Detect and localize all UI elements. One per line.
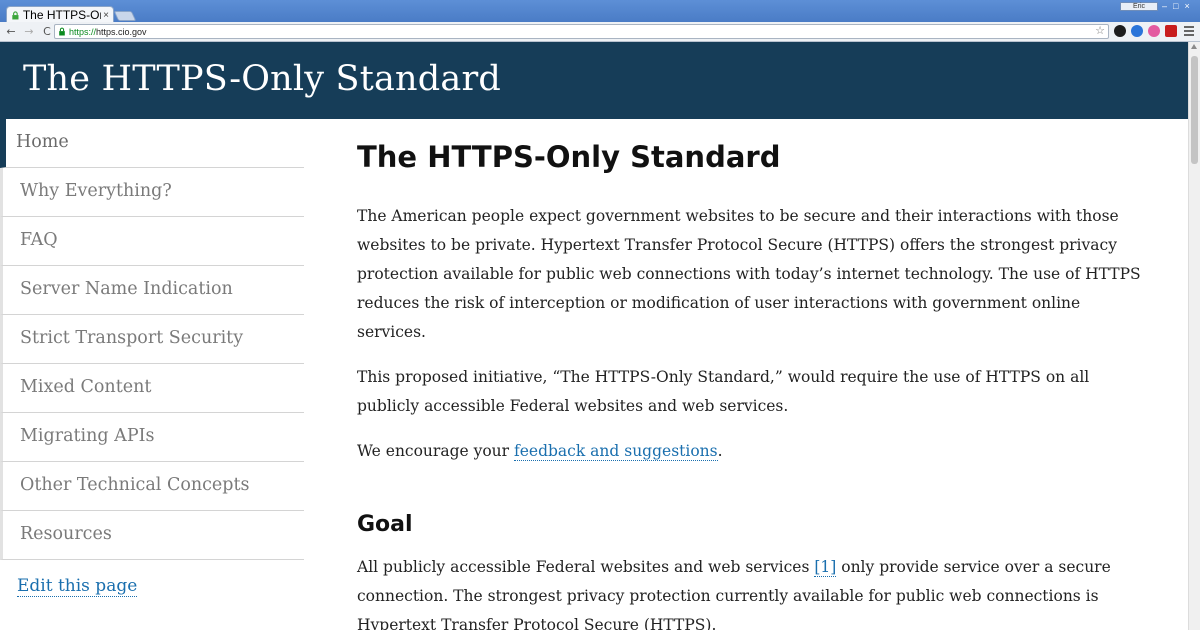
sidebar-item-sni[interactable]: Server Name Indication [0,266,304,315]
feedback-period: . [717,442,723,460]
initiative-paragraph: This proposed initiative, “The HTTPS-Onl… [357,368,1090,415]
profile-button[interactable]: Eric [1120,2,1158,11]
feedback-link[interactable]: feedback and suggestions [514,442,718,461]
sidebar-item-faq[interactable]: FAQ [0,217,304,266]
sidebar-item-resources[interactable]: Resources [0,511,304,560]
sidebar-item-mixed-content[interactable]: Mixed Content [0,364,304,413]
scroll-up-icon[interactable] [1191,44,1197,49]
reload-icon[interactable]: C [40,25,54,39]
browser-tab[interactable]: The HTTPS-Only × [6,6,114,23]
sidebar-item-technical-concepts[interactable]: Other Technical Concepts [0,462,304,511]
page-scrollbar[interactable] [1188,42,1200,630]
forward-icon[interactable]: → [22,25,36,39]
page-title: The HTTPS-Only Standard [357,140,781,174]
sidebar-item-hsts[interactable]: Strict Transport Security [0,315,304,364]
sidebar-item-why-everything[interactable]: Why Everything? [0,168,304,217]
back-icon[interactable]: ← [4,25,18,39]
main-content: The HTTPS-Only Standard The American peo… [357,140,1147,630]
sidebar-nav: Home Why Everything? FAQ Server Name Ind… [0,119,304,597]
extension-icon-2[interactable] [1131,25,1143,37]
lock-icon [12,10,19,19]
extension-icon-4[interactable] [1165,25,1177,37]
close-window-icon[interactable]: × [1184,2,1189,11]
site-title[interactable]: The HTTPS-Only Standard [23,59,501,99]
browser-menu-icon[interactable] [1184,26,1194,38]
goal-text-start: All publicly accessible Federal websites… [357,558,815,576]
tab-title: The HTTPS-Only [22,8,101,22]
bookmark-star-icon[interactable]: ☆ [1095,24,1105,37]
maximize-icon[interactable]: □ [1173,2,1178,11]
minimize-icon[interactable]: – [1162,2,1167,11]
sidebar-item-home[interactable]: Home [0,119,304,168]
goal-heading: Goal [357,512,413,537]
scrollbar-thumb[interactable] [1191,56,1198,164]
url-host: https.cio.gov [96,26,147,37]
extension-icon-1[interactable] [1114,25,1126,37]
browser-toolbar: ← → C https:// https.cio.gov ☆ [0,22,1200,42]
secure-lock-icon [59,27,65,36]
feedback-text: We encourage your [357,442,514,460]
url-scheme: https:// [69,26,97,37]
site-header: The HTTPS-Only Standard [0,42,1188,119]
goal-paragraph: All publicly accessible Federal websites… [357,553,1147,630]
edit-page-link[interactable]: Edit this page [17,576,138,597]
address-bar[interactable]: https:// https.cio.gov ☆ [54,24,1109,39]
new-tab-button[interactable] [113,11,137,21]
extension-icon-3[interactable] [1148,25,1160,37]
browser-title-bar: The HTTPS-Only × Eric – □ × [0,0,1200,23]
intro-paragraph: The American people expect government we… [357,207,1141,341]
sidebar-item-migrating-apis[interactable]: Migrating APIs [0,413,304,462]
footnote-link[interactable]: [1] [814,558,837,577]
feedback-paragraph: We encourage your feedback and suggestio… [357,437,1147,466]
tab-close-icon[interactable]: × [103,10,109,21]
window-controls: – □ × [1162,2,1190,11]
